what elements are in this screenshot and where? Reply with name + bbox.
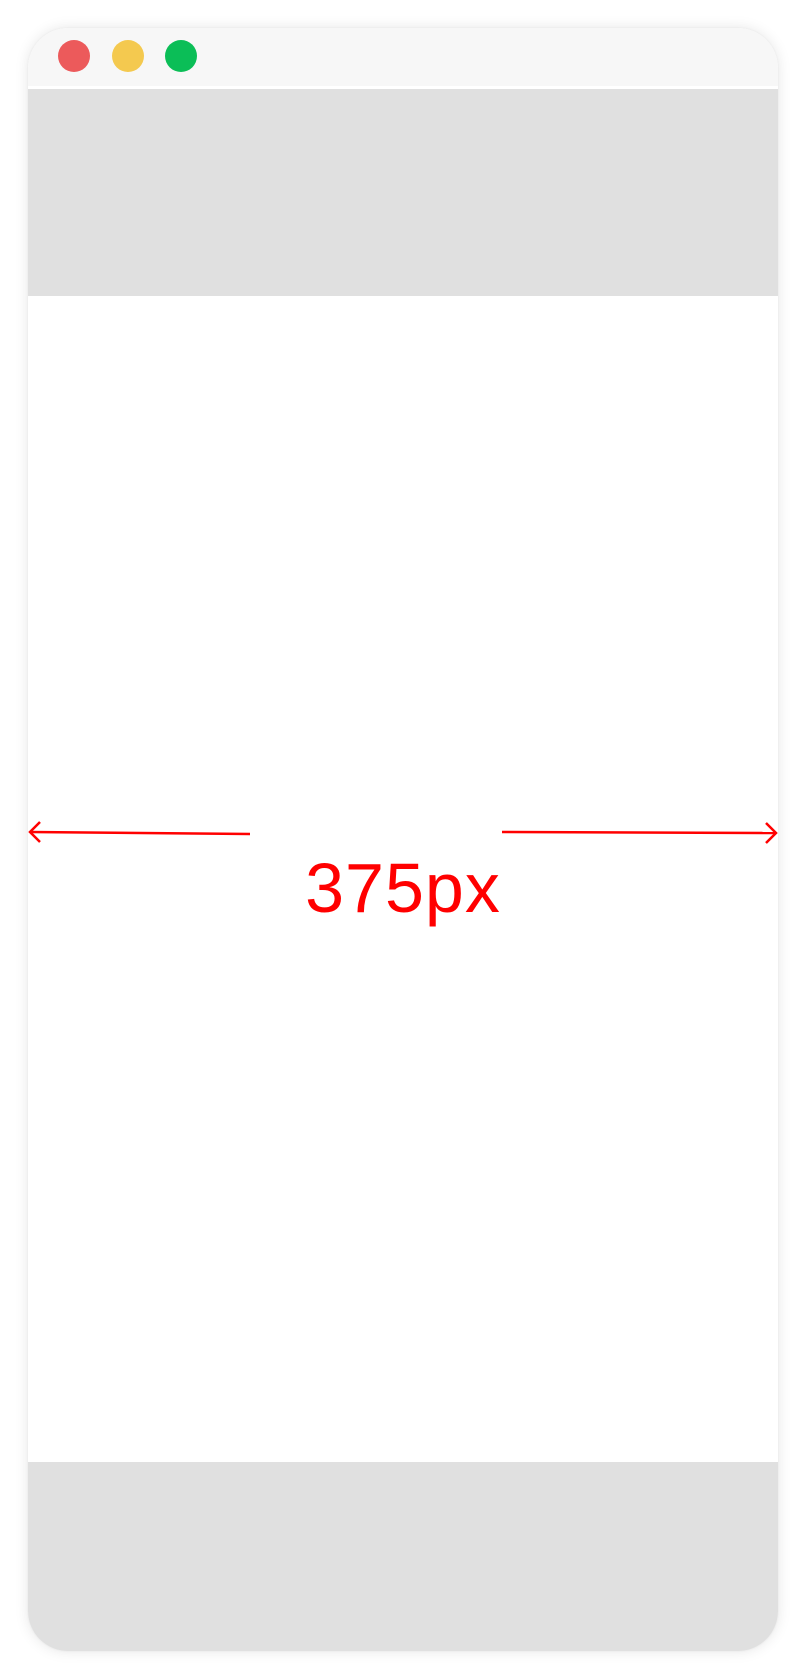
window-titlebar xyxy=(28,28,778,89)
close-window-button[interactable] xyxy=(58,40,90,72)
header-placeholder xyxy=(28,89,778,296)
width-label: 375px xyxy=(305,849,501,927)
browser-window: 375px xyxy=(28,28,778,1651)
maximize-window-button[interactable] xyxy=(165,40,197,72)
footer-placeholder xyxy=(28,1462,778,1651)
minimize-window-button[interactable] xyxy=(112,40,144,72)
